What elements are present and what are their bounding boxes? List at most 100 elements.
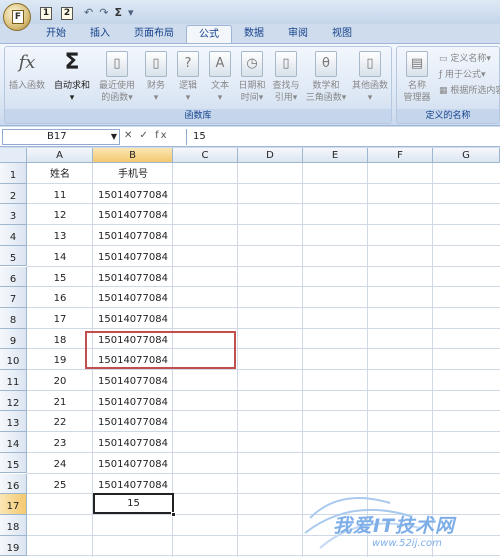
define-name-button[interactable]: ▭ 定义名称▾ bbox=[439, 51, 491, 64]
column-header-g[interactable]: G bbox=[433, 148, 500, 163]
undo-icon[interactable]: ↶ bbox=[84, 6, 93, 19]
more-functions-button[interactable]: ▯ 其他函数 ▾ bbox=[349, 51, 391, 104]
table-cell-name[interactable]: 17 bbox=[27, 308, 93, 329]
table-cell-phone[interactable]: 15014077084 bbox=[93, 184, 173, 205]
table-cell-phone[interactable]: 15014077084 bbox=[93, 225, 173, 246]
row-header-14[interactable]: 14 bbox=[0, 432, 27, 453]
column-header-f[interactable]: F bbox=[368, 148, 433, 163]
row-header-1[interactable]: 1 bbox=[0, 163, 27, 184]
table-cell-phone[interactable]: 15014077084 bbox=[93, 432, 173, 453]
math-trig-button[interactable]: θ 数学和 三角函数▾ bbox=[303, 51, 349, 104]
row-header-17[interactable]: 17 bbox=[0, 494, 27, 515]
row-header-19[interactable]: 19 bbox=[0, 535, 27, 557]
table-cell-name[interactable]: 13 bbox=[27, 225, 93, 246]
table-cell-phone[interactable]: 15014077084 bbox=[93, 204, 173, 225]
table-cell-phone[interactable]: 15014077084 bbox=[93, 411, 173, 432]
row-header-11[interactable]: 11 bbox=[0, 370, 27, 391]
row-header-9[interactable]: 9 bbox=[0, 328, 27, 350]
table-cell-phone[interactable]: 15014077084 bbox=[93, 370, 173, 391]
row-header-12[interactable]: 12 bbox=[0, 390, 27, 412]
use-in-formula-button[interactable]: ƒ 用于公式▾ bbox=[439, 67, 486, 80]
row-header-7[interactable]: 7 bbox=[0, 287, 27, 308]
table-cell-name[interactable]: 24 bbox=[27, 453, 93, 474]
column-header-a[interactable]: A bbox=[27, 148, 93, 163]
table-cell-name[interactable]: 15 bbox=[27, 267, 93, 288]
row-header-3[interactable]: 3 bbox=[0, 204, 27, 226]
name-box[interactable]: B17 ▼ bbox=[2, 129, 120, 145]
table-cell-name[interactable]: 14 bbox=[27, 246, 93, 267]
row-header-13[interactable]: 13 bbox=[0, 411, 27, 433]
recent-functions-button[interactable]: ▯ 最近使用 的函数▾ bbox=[95, 51, 139, 104]
financial-button[interactable]: ▯ 财务 ▾ bbox=[141, 51, 171, 104]
table-cell-phone[interactable]: 15014077084 bbox=[93, 474, 173, 495]
create-from-selection-label: 根据所选内容 bbox=[450, 86, 500, 96]
table-cell-phone[interactable]: 15014077084 bbox=[93, 287, 173, 308]
more-books-icon: ▯ bbox=[359, 51, 381, 77]
table-cell-name[interactable]: 25 bbox=[27, 474, 93, 495]
define-name-icon: ▭ bbox=[439, 54, 451, 64]
table-cell-name[interactable]: 12 bbox=[27, 204, 93, 225]
column-header-b[interactable]: B bbox=[93, 148, 173, 163]
create-from-selection-icon: ▦ bbox=[439, 86, 451, 96]
row-header-4[interactable]: 4 bbox=[0, 225, 27, 246]
logical-button[interactable]: ? 逻辑 ▾ bbox=[173, 51, 203, 104]
active-cell-b17[interactable]: 15 bbox=[93, 493, 174, 515]
recent-functions-label: 最近使用 bbox=[98, 81, 135, 91]
table-cell-name[interactable]: 18 bbox=[27, 329, 93, 350]
select-all-corner[interactable] bbox=[0, 148, 27, 163]
lookup-button[interactable]: ▯ 查找与 引用▾ bbox=[269, 51, 303, 104]
header-cell-phone[interactable]: 手机号 bbox=[93, 163, 173, 184]
tab-insert[interactable]: 插入 bbox=[78, 25, 122, 43]
table-cell-name[interactable]: 19 bbox=[27, 349, 93, 370]
table-cell-phone[interactable]: 15014077084 bbox=[93, 308, 173, 329]
lookup-label-2: 引用▾ bbox=[274, 93, 298, 103]
formula-input[interactable]: 15 bbox=[186, 129, 498, 145]
tab-view[interactable]: 视图 bbox=[320, 25, 364, 43]
table-cell-name[interactable]: 22 bbox=[27, 411, 93, 432]
datetime-button[interactable]: ◷ 日期和 时间▾ bbox=[237, 51, 267, 104]
redo-icon[interactable]: ↷ bbox=[99, 6, 108, 19]
header-cell-name[interactable]: 姓名 bbox=[27, 163, 93, 184]
formula-buttons[interactable]: ✕ ✓ fx bbox=[124, 130, 169, 141]
column-header-e[interactable]: E bbox=[303, 148, 368, 163]
name-manager-button[interactable]: ▤ 名称 管理器 bbox=[399, 51, 435, 104]
row-header-2[interactable]: 2 bbox=[0, 183, 27, 205]
table-cell-phone[interactable]: 15014077084 bbox=[93, 246, 173, 267]
more-functions-dropdown-icon: ▾ bbox=[367, 93, 373, 103]
row-header-15[interactable]: 15 bbox=[0, 452, 27, 474]
tab-data[interactable]: 数据 bbox=[232, 25, 276, 43]
ribbon-tabs: 开始 插入 页面布局 公式 数据 审阅 视图 bbox=[34, 25, 364, 43]
table-cell-name[interactable]: 21 bbox=[27, 391, 93, 412]
row-header-16[interactable]: 16 bbox=[0, 473, 27, 495]
column-header-d[interactable]: D bbox=[238, 148, 303, 163]
autosum-button[interactable]: Σ 自动求和 ▾ bbox=[51, 51, 93, 104]
create-from-selection-button[interactable]: ▦ 根据所选内容 bbox=[439, 83, 500, 96]
column-header-c[interactable]: C bbox=[173, 148, 238, 163]
sum-icon[interactable]: Σ bbox=[114, 6, 122, 19]
office-button[interactable]: F bbox=[3, 3, 31, 31]
tab-page-layout[interactable]: 页面布局 bbox=[122, 25, 186, 43]
row-header-10[interactable]: 10 bbox=[0, 349, 27, 370]
table-cell-name[interactable]: 16 bbox=[27, 287, 93, 308]
autosum-dropdown-icon: ▾ bbox=[69, 93, 75, 103]
tab-review[interactable]: 审阅 bbox=[276, 25, 320, 43]
row-header-18[interactable]: 18 bbox=[0, 514, 27, 536]
table-cell-phone[interactable]: 15014077084 bbox=[93, 391, 173, 412]
text-button[interactable]: A 文本 ▾ bbox=[205, 51, 235, 104]
table-cell-name[interactable]: 11 bbox=[27, 184, 93, 205]
financial-dropdown-icon: ▾ bbox=[153, 93, 159, 103]
insert-function-button[interactable]: fx 插入函数 bbox=[7, 51, 47, 92]
row-header-5[interactable]: 5 bbox=[0, 245, 27, 267]
table-cell-name[interactable]: 20 bbox=[27, 370, 93, 391]
row-header-8[interactable]: 8 bbox=[0, 307, 27, 329]
row-header-6[interactable]: 6 bbox=[0, 266, 27, 288]
fill-handle[interactable] bbox=[171, 512, 176, 518]
name-box-dropdown-icon[interactable]: ▼ bbox=[111, 130, 117, 144]
tab-formulas[interactable]: 公式 bbox=[186, 25, 232, 43]
customize-qat-icon[interactable]: ▾ bbox=[128, 6, 134, 19]
table-cell-phone[interactable]: 15014077084 bbox=[93, 267, 173, 288]
table-cell-name[interactable]: 23 bbox=[27, 432, 93, 453]
table-cell-phone[interactable]: 15014077084 bbox=[93, 453, 173, 474]
financial-label: 财务 bbox=[146, 81, 165, 91]
tab-home[interactable]: 开始 bbox=[34, 25, 78, 43]
